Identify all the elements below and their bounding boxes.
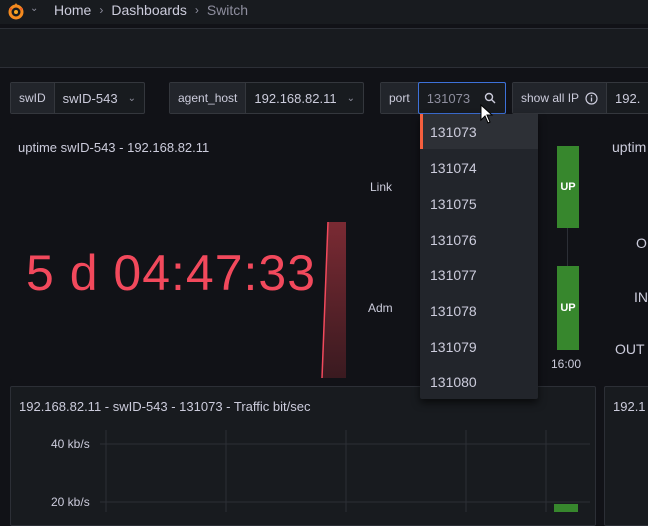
- divider: [567, 228, 568, 266]
- port-dropdown-menu: 131073 131074 131075 131076 131077 13107…: [420, 114, 538, 399]
- variable-select[interactable]: 192.168.82.11 ⌄: [246, 83, 363, 113]
- port-option[interactable]: 131074: [420, 150, 538, 185]
- variable-swid[interactable]: swID swID-543 ⌄: [10, 82, 145, 114]
- variable-value: 192.168.82.11: [254, 90, 337, 106]
- chevron-right-icon: ›: [99, 3, 104, 17]
- right-panel-row: O: [636, 235, 647, 251]
- variable-label: show all IP: [513, 83, 608, 113]
- variable-label: port: [381, 83, 419, 113]
- breadcrumb-home[interactable]: Home: [54, 2, 91, 18]
- link-state-bar: UP: [557, 146, 579, 228]
- breadcrumb: Home › Dashboards › Switch: [54, 2, 248, 18]
- traffic-panel-right: 192.1: [604, 386, 648, 526]
- chevron-down-icon: ⌄: [346, 92, 355, 104]
- port-option[interactable]: 131080: [420, 364, 538, 399]
- variable-label: agent_host: [170, 83, 247, 113]
- chevron-right-icon: ›: [194, 3, 199, 17]
- variable-value: swID-543: [62, 90, 118, 106]
- y-axis-tick: 20 kb/s: [51, 495, 90, 509]
- port-option[interactable]: 131079: [420, 329, 538, 364]
- y-axis-tick: 40 kb/s: [51, 437, 90, 451]
- chevron-down-icon[interactable]: ⌄: [30, 3, 38, 14]
- variable-label-text: show all IP: [521, 91, 580, 105]
- search-icon: [484, 92, 496, 104]
- link-label: Link: [370, 180, 393, 194]
- panel-title[interactable]: 192.168.82.11 - swID-543 - 131073 - Traf…: [19, 399, 310, 414]
- variable-show-all-ip[interactable]: show all IP 192.: [512, 82, 648, 114]
- breadcrumb-current: Switch: [206, 2, 249, 18]
- right-panel-row: IN: [634, 289, 648, 305]
- traffic-chart-grid: [100, 430, 590, 512]
- variable-select[interactable]: 192.: [607, 83, 648, 113]
- grafana-logo-icon[interactable]: [6, 1, 26, 21]
- right-panel-row: OUT: [615, 341, 645, 357]
- right-panel-title[interactable]: uptim: [612, 139, 646, 155]
- port-option[interactable]: 131075: [420, 186, 538, 221]
- adm-state-bar: UP: [557, 266, 579, 350]
- port-option[interactable]: 131078: [420, 293, 538, 328]
- port-option[interactable]: 131076: [420, 222, 538, 257]
- variable-value: 192.: [615, 90, 641, 106]
- uptime-value: 5 d 04:47:33: [26, 245, 317, 301]
- breadcrumb-dashboards[interactable]: Dashboards: [111, 2, 187, 18]
- port-option[interactable]: 131073: [420, 114, 538, 149]
- mouse-cursor-icon: [480, 104, 494, 124]
- panel-title[interactable]: uptime swID-543 - 192.168.82.11: [18, 140, 209, 155]
- port-option[interactable]: 131077: [420, 257, 538, 292]
- panel-title[interactable]: 192.1: [613, 399, 646, 414]
- variable-select[interactable]: swID-543 ⌄: [55, 83, 144, 113]
- variable-agent-host[interactable]: agent_host 192.168.82.11 ⌄: [169, 82, 364, 114]
- adm-label: Adm: [368, 301, 393, 315]
- uptime-sparkline: [321, 222, 346, 378]
- time-axis-label: 16:00: [551, 357, 582, 371]
- top-bar: ⌄ Home › Dashboards › Switch: [0, 0, 648, 24]
- port-placeholder: 131073: [426, 90, 471, 106]
- variable-label: swID: [11, 83, 55, 113]
- dashboard-toolbar: [0, 28, 648, 68]
- info-icon[interactable]: [585, 91, 598, 105]
- chevron-down-icon: ⌄: [127, 92, 136, 104]
